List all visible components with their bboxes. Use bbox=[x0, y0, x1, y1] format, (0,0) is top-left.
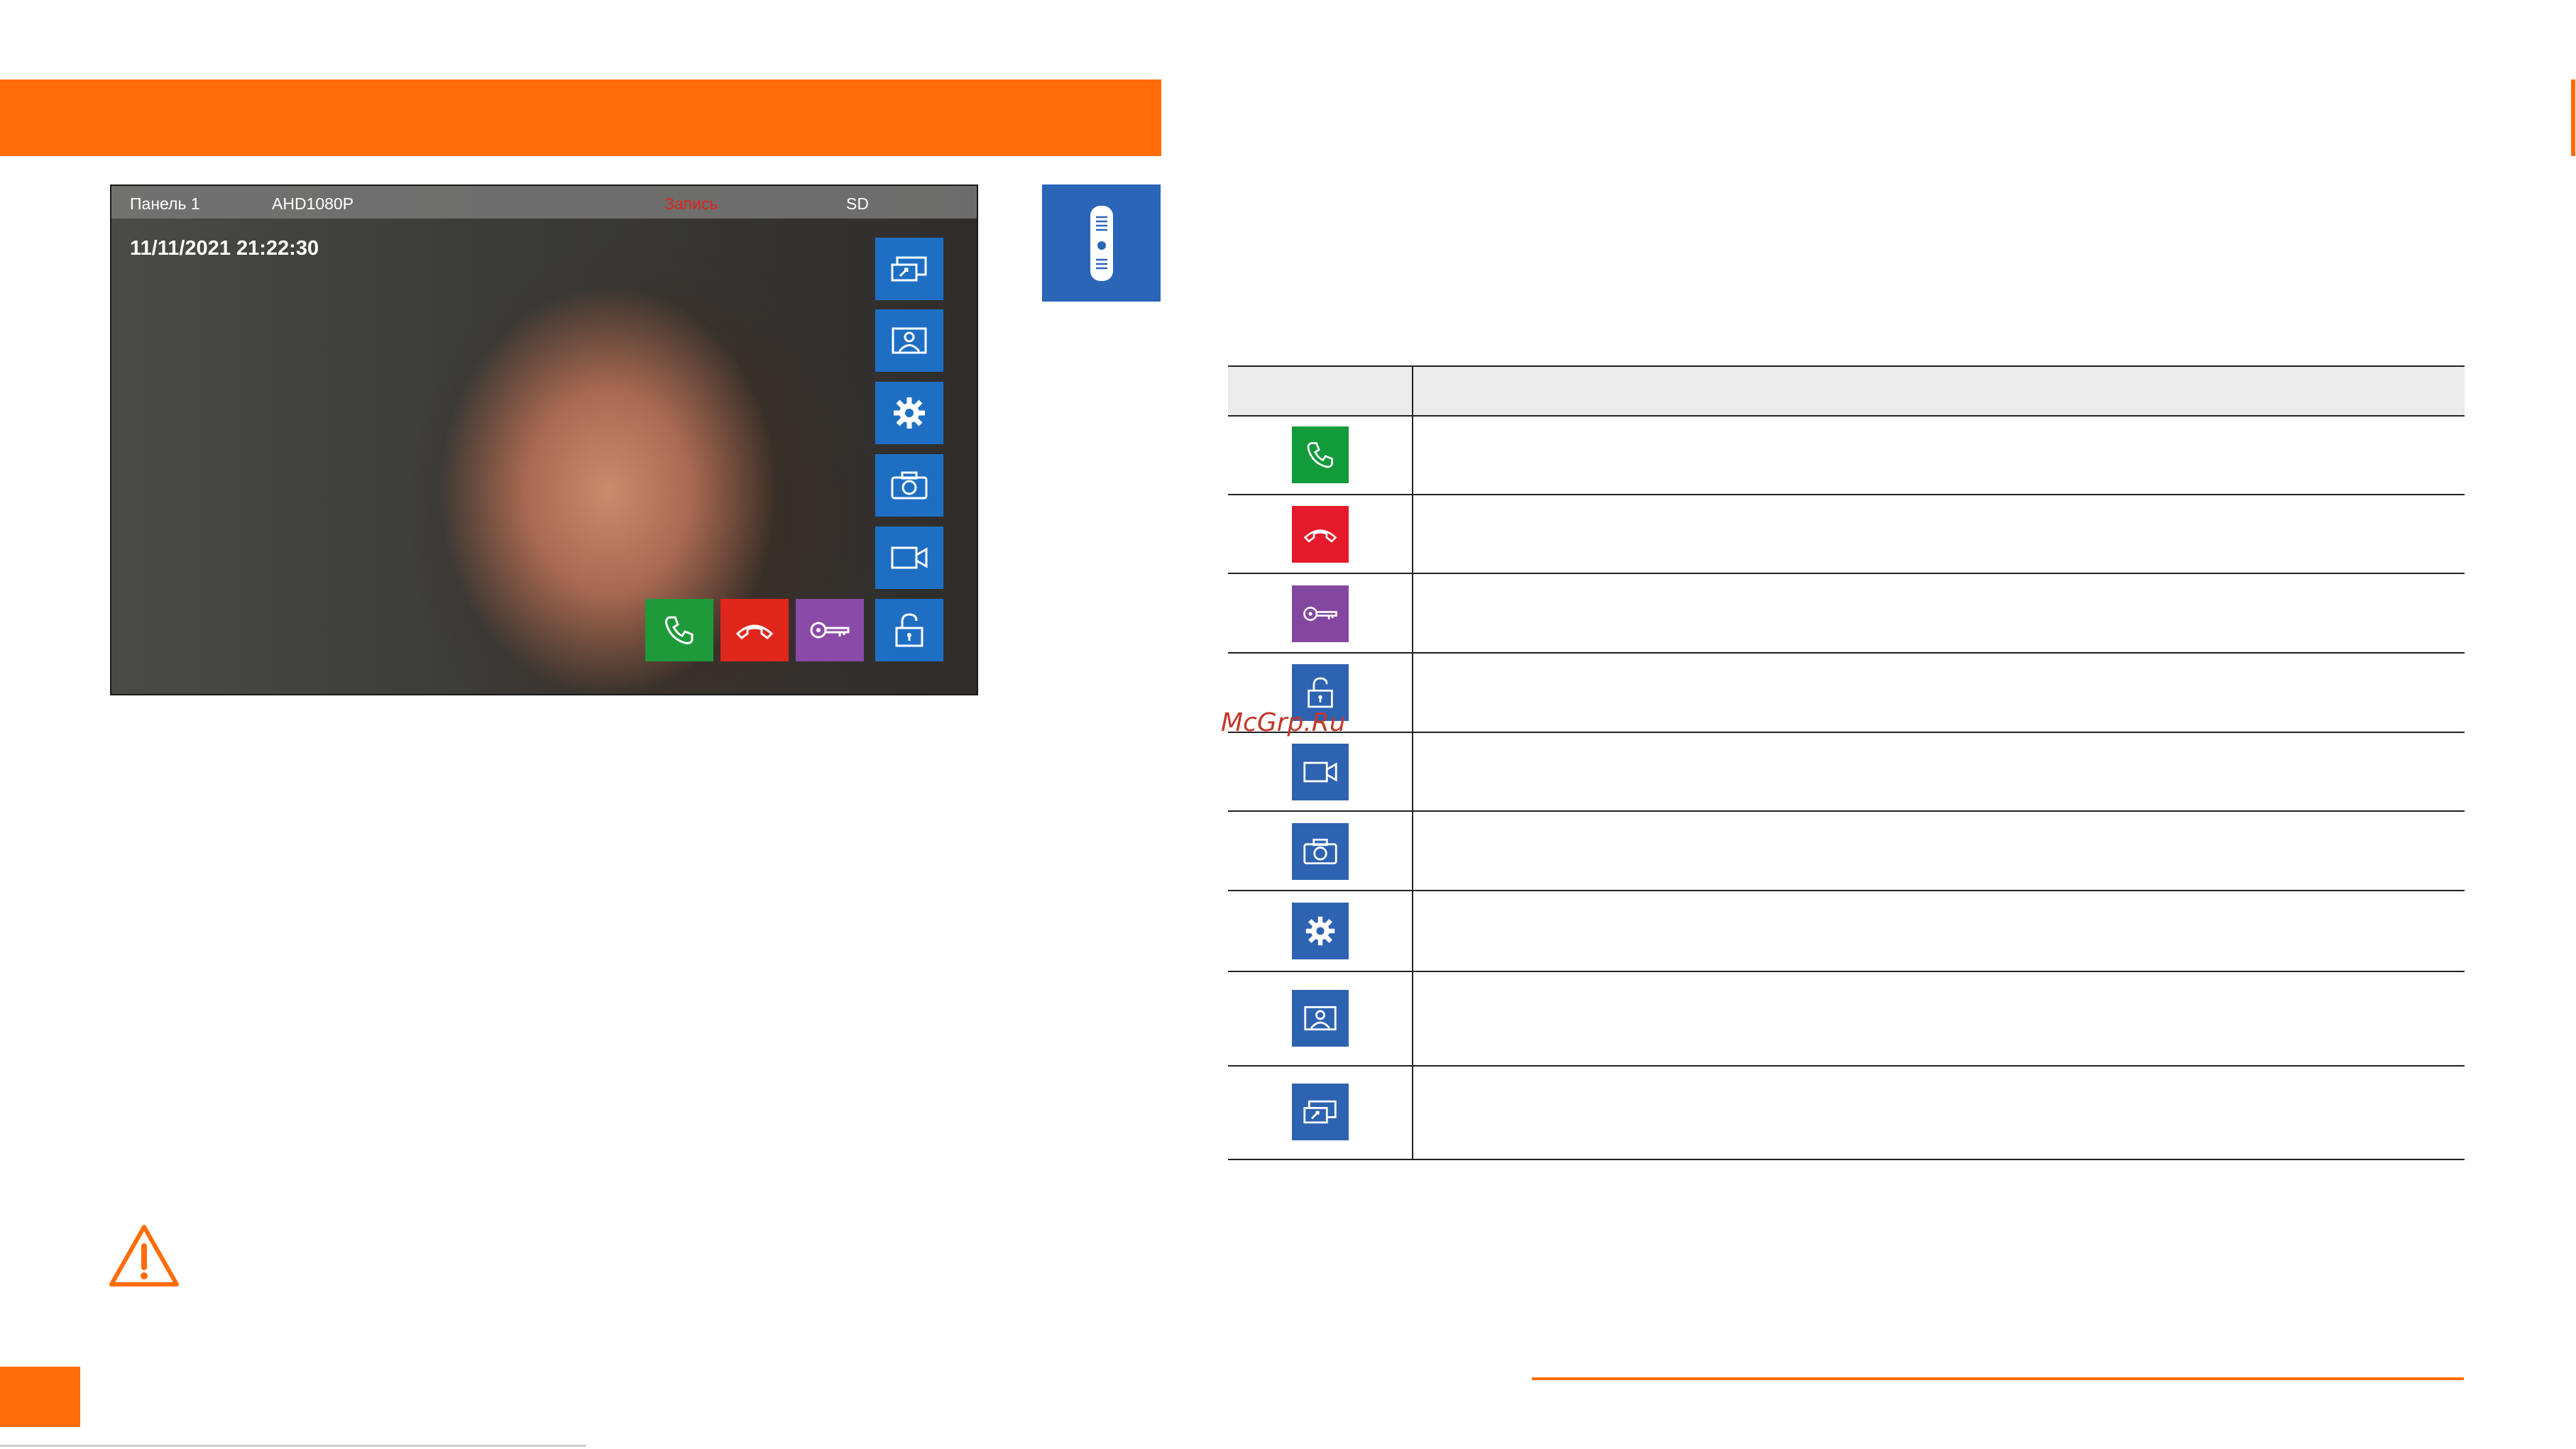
table-bottom-rule bbox=[1228, 1159, 2465, 1160]
status-bar: Панель 1 AHD1080P Запись SD bbox=[111, 186, 977, 219]
watermark: McGrp.Ru bbox=[1221, 708, 1346, 737]
table-row bbox=[1292, 744, 1349, 800]
page-number-block bbox=[0, 1367, 80, 1427]
phone-hangup-icon bbox=[735, 624, 774, 639]
table-row bbox=[1292, 585, 1349, 642]
recording-label: Запись bbox=[664, 194, 718, 213]
key-icon bbox=[1303, 607, 1337, 621]
panel-label: Панель 1 bbox=[130, 194, 200, 213]
phone-answer-icon bbox=[1307, 442, 1333, 468]
datetime-overlay: 11/11/2021 21:22:30 bbox=[130, 237, 319, 260]
snapshot-button[interactable] bbox=[875, 454, 943, 517]
key-icon bbox=[810, 622, 850, 639]
storage-label: SD bbox=[846, 194, 869, 213]
share-screen-icon bbox=[891, 256, 927, 282]
warning-icon bbox=[109, 1225, 179, 1287]
table-row bbox=[1292, 1084, 1349, 1140]
header-accent-bar bbox=[0, 79, 1161, 156]
right-edge-accent bbox=[2571, 79, 2575, 156]
table-row bbox=[1292, 990, 1349, 1047]
monitor-screen-preview: Панель 1 AHD1080P Запись SD 11/11/2021 2… bbox=[110, 184, 978, 695]
table-row bbox=[1292, 506, 1349, 563]
row-divider bbox=[1228, 573, 2465, 574]
row-divider bbox=[1228, 1065, 2465, 1067]
resolution-label: AHD1080P bbox=[272, 194, 354, 213]
share-screen-button[interactable] bbox=[875, 238, 943, 300]
gear-icon bbox=[1305, 916, 1335, 946]
answer-call-button[interactable] bbox=[645, 599, 713, 661]
table-row bbox=[1292, 426, 1349, 483]
share-screen-icon bbox=[1303, 1100, 1337, 1124]
door-panel-icon bbox=[1090, 205, 1113, 281]
row-divider bbox=[1228, 732, 2465, 733]
phone-answer-icon bbox=[665, 616, 694, 644]
footer-rule bbox=[1532, 1377, 2464, 1380]
icon-legend-table bbox=[1228, 365, 2465, 1160]
video-record-icon bbox=[891, 546, 928, 569]
row-divider bbox=[1228, 890, 2465, 891]
gallery-icon bbox=[1304, 1006, 1337, 1031]
row-divider bbox=[1228, 652, 2465, 654]
column-divider bbox=[1412, 365, 1413, 1160]
gear-icon bbox=[894, 397, 925, 429]
settings-button[interactable] bbox=[875, 382, 943, 444]
row-divider bbox=[1228, 494, 2465, 495]
row-divider bbox=[1228, 971, 2465, 972]
row-divider bbox=[1228, 810, 2465, 812]
table-row bbox=[1292, 823, 1349, 880]
gallery-icon bbox=[892, 327, 927, 354]
camera-icon bbox=[891, 471, 928, 500]
phone-hangup-icon bbox=[1303, 529, 1337, 543]
unlock-icon bbox=[1308, 677, 1333, 708]
video-record-icon bbox=[1303, 761, 1337, 783]
unlock-button[interactable] bbox=[875, 599, 943, 661]
key-button[interactable] bbox=[796, 599, 864, 661]
hangup-button[interactable] bbox=[720, 599, 789, 661]
unlock-icon bbox=[895, 613, 923, 647]
table-row bbox=[1292, 903, 1349, 959]
bottom-divider bbox=[0, 1445, 586, 1447]
video-record-button[interactable] bbox=[875, 527, 943, 589]
table-header bbox=[1228, 365, 2465, 417]
gallery-button[interactable] bbox=[875, 309, 943, 372]
camera-icon bbox=[1303, 838, 1337, 865]
door-panel-tile bbox=[1042, 184, 1161, 302]
